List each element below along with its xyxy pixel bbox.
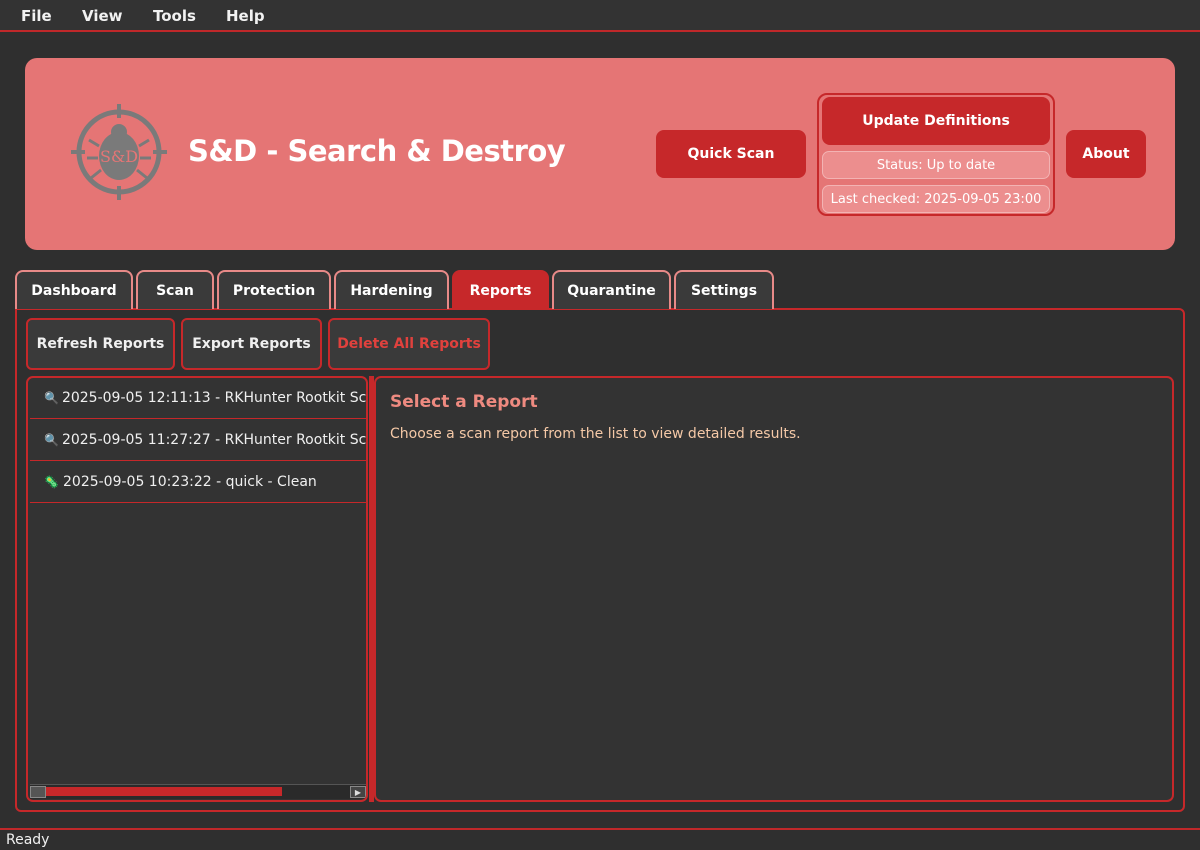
- bug-crosshair-icon: S&D: [71, 104, 167, 200]
- menu-bar: File View Tools Help: [0, 0, 1200, 32]
- app-title: S&D - Search & Destroy: [188, 134, 566, 168]
- scroll-left-button[interactable]: [30, 786, 46, 798]
- refresh-reports-button[interactable]: Refresh Reports: [26, 318, 175, 370]
- quick-scan-button[interactable]: Quick Scan: [656, 130, 806, 178]
- definitions-status: Status: Up to date: [822, 151, 1050, 179]
- report-item[interactable]: 🦠 2025-09-05 10:23:22 - quick - Clean: [30, 462, 366, 503]
- app-header: S&D S&D - Search & Destroy Quick Scan Up…: [25, 58, 1175, 250]
- scroll-thumb[interactable]: [46, 787, 282, 796]
- logo-text: S&D: [100, 147, 138, 166]
- report-list: 🔍 2025-09-05 12:11:13 - RKHunter Rootkit…: [26, 376, 368, 802]
- status-text: Ready: [6, 832, 50, 848]
- menu-tools[interactable]: Tools: [153, 7, 196, 25]
- tab-quarantine[interactable]: Quarantine: [552, 270, 671, 309]
- tab-hardening[interactable]: Hardening: [334, 270, 449, 309]
- magnifier-icon: 🔍: [44, 391, 59, 405]
- report-item[interactable]: 🔍 2025-09-05 11:27:27 - RKHunter Rootkit…: [30, 420, 367, 461]
- tab-dashboard[interactable]: Dashboard: [15, 270, 133, 309]
- last-checked: Last checked: 2025-09-05 23:00: [822, 185, 1050, 213]
- about-button[interactable]: About: [1066, 130, 1146, 178]
- definitions-panel: Update Definitions Status: Up to date La…: [817, 93, 1055, 216]
- tab-scan[interactable]: Scan: [136, 270, 214, 309]
- microbe-icon: 🦠: [44, 475, 59, 489]
- magnifier-icon: 🔍: [44, 433, 59, 447]
- scroll-right-arrow-icon[interactable]: ▶: [350, 786, 366, 798]
- export-reports-button[interactable]: Export Reports: [181, 318, 322, 370]
- status-bar: Ready: [0, 828, 1200, 850]
- tab-protection[interactable]: Protection: [217, 270, 331, 309]
- delete-all-reports-button[interactable]: Delete All Reports: [328, 318, 490, 370]
- detail-message: Choose a scan report from the list to vi…: [390, 426, 801, 442]
- report-label: 2025-09-05 11:27:27 - RKHunter Rootkit S…: [61, 432, 367, 448]
- menu-file[interactable]: File: [21, 7, 52, 25]
- tab-reports[interactable]: Reports: [452, 270, 549, 309]
- menu-help[interactable]: Help: [226, 7, 265, 25]
- report-label: 2025-09-05 12:11:13 - RKHunter Rootkit S…: [61, 390, 367, 406]
- report-item[interactable]: 🔍 2025-09-05 12:11:13 - RKHunter Rootkit…: [30, 378, 367, 419]
- report-label: 2025-09-05 10:23:22 - quick - Clean: [63, 474, 317, 490]
- update-definitions-button[interactable]: Update Definitions: [822, 97, 1050, 145]
- horizontal-scrollbar[interactable]: ▶: [30, 784, 366, 799]
- tab-settings[interactable]: Settings: [674, 270, 774, 309]
- report-detail-pane: Select a Report Choose a scan report fro…: [374, 376, 1174, 802]
- menu-view[interactable]: View: [82, 7, 123, 25]
- detail-title: Select a Report: [390, 392, 538, 412]
